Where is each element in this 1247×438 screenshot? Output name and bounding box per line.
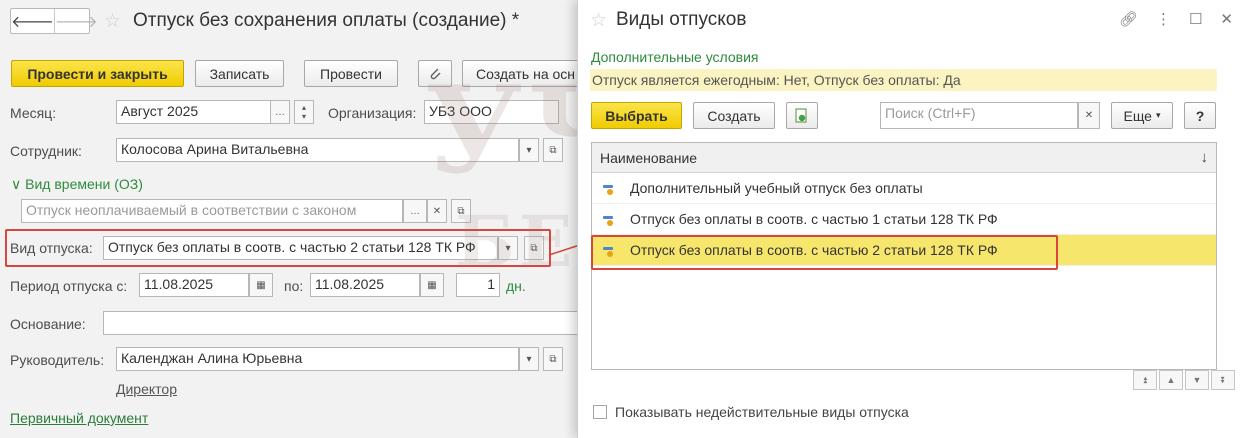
close-icon[interactable]: ✕	[1220, 10, 1233, 28]
create-based-on-button[interactable]: Создать на осн	[462, 60, 582, 87]
table-row[interactable]: Дополнительный учебный отпуск без оплаты	[592, 173, 1216, 204]
employee-dropdown-icon[interactable]: ▾	[519, 138, 539, 162]
time-type-select-button[interactable]: …	[403, 199, 427, 223]
dialog-title: Виды отпусков	[616, 9, 747, 30]
period-to-label: по:	[284, 278, 304, 294]
show-invalid-label: Показывать недействительные виды отпуска	[615, 404, 909, 420]
dialog-header-icons: 🔗︎ ⋮ ☐ ✕	[1119, 10, 1233, 28]
conditions-bar: Отпуск является ежегодным: Нет, Отпуск б…	[590, 69, 1217, 91]
help-button[interactable]: ?	[1184, 102, 1216, 129]
vacation-type-icon	[602, 212, 616, 226]
days-unit-label: дн.	[506, 278, 526, 294]
vacation-type-icon	[602, 181, 616, 195]
back-arrow-icon[interactable]: 🡐	[11, 9, 54, 33]
search-clear-icon[interactable]: ✕	[1078, 102, 1100, 129]
manager-field[interactable]: Календжан Алина Юрьевна	[116, 347, 519, 371]
more-actions-button[interactable]: Еще ▾	[1111, 102, 1173, 129]
favorite-star-icon[interactable]: ☆	[104, 10, 121, 33]
row-label: Дополнительный учебный отпуск без оплаты	[630, 180, 923, 196]
time-type-group-header[interactable]: ∨ Вид времени (ОЗ)	[11, 176, 143, 193]
calendar-icon[interactable]: ▦	[420, 273, 444, 297]
manager-label: Руководитель:	[10, 352, 105, 368]
conditions-text: Отпуск является ежегодным: Нет, Отпуск б…	[592, 72, 961, 88]
period-from-field[interactable]: 11.08.2025	[139, 273, 249, 297]
scroll-buttons: ⏫︎ ▲ ▼ ⏬︎	[1133, 370, 1235, 390]
employee-label: Сотрудник:	[10, 143, 82, 159]
time-type-clear-icon[interactable]: ✕	[427, 199, 447, 223]
show-invalid-checkbox[interactable]	[593, 405, 607, 419]
post-and-close-button[interactable]: Провести и закрыть	[11, 60, 184, 87]
page-title: Отпуск без сохранения оплаты (создание) …	[133, 10, 520, 31]
maximize-icon[interactable]: ☐	[1189, 10, 1202, 28]
manager-position-link[interactable]: Директор	[116, 381, 177, 397]
month-field[interactable]: Август 2025	[116, 100, 271, 124]
chevron-down-icon: ∨	[11, 176, 22, 192]
time-type-field[interactable]: Отпуск неоплачиваемый в соответствии с з…	[21, 199, 403, 223]
basis-label: Основание:	[10, 316, 86, 332]
period-from-label: Период отпуска с:	[10, 278, 128, 294]
attachment-icon[interactable]	[418, 60, 452, 87]
table-header[interactable]: Наименование ↓	[592, 143, 1216, 173]
period-to-field[interactable]: 11.08.2025	[310, 273, 420, 297]
time-type-open-icon[interactable]: ⧉	[451, 199, 471, 223]
organization-field[interactable]: УБЗ ООО	[424, 100, 559, 124]
month-label: Месяц:	[10, 105, 57, 121]
chevron-down-icon: ▾	[1155, 110, 1161, 120]
column-name-header: Наименование	[600, 149, 698, 166]
scroll-bottom-icon[interactable]: ⏬︎	[1211, 370, 1235, 390]
link-icon[interactable]: 🔗︎	[1119, 10, 1138, 28]
more-menu-icon[interactable]: ⋮	[1156, 10, 1171, 28]
post-button[interactable]: Провести	[304, 60, 398, 87]
month-stepper[interactable]: ▴ ▾	[294, 100, 314, 124]
primary-document-link[interactable]: Первичный документ	[10, 410, 148, 426]
navigation-buttons: 🡐 🡒	[10, 8, 98, 34]
employee-open-icon[interactable]: ⧉	[543, 138, 563, 162]
save-button[interactable]: Записать	[195, 60, 284, 87]
sort-arrow-icon[interactable]: ↓	[1201, 149, 1209, 166]
table-row[interactable]: Отпуск без оплаты в соотв. с частью 1 ст…	[592, 204, 1216, 235]
scroll-down-icon[interactable]: ▼	[1185, 370, 1209, 390]
search-placeholder: Поиск (Ctrl+F)	[885, 105, 976, 121]
search-input[interactable]: Поиск (Ctrl+F)	[880, 102, 1078, 129]
basis-field[interactable]	[103, 311, 578, 335]
vacation-types-dialog: ☆ Виды отпусков 🔗︎ ⋮ ☐ ✕ Дополнительные …	[577, 0, 1247, 438]
copy-icon[interactable]	[786, 102, 818, 129]
time-type-header-label: Вид времени (ОЗ)	[25, 176, 143, 192]
forward-arrow-icon[interactable]: 🡒	[53, 9, 98, 33]
row-label: Отпуск без оплаты в соотв. с частью 1 ст…	[630, 211, 998, 227]
month-select-button[interactable]: …	[270, 100, 290, 124]
employee-field[interactable]: Колосова Арина Витальевна	[116, 138, 519, 162]
additional-conditions-label: Дополнительные условия	[591, 49, 759, 65]
select-button[interactable]: Выбрать	[591, 102, 682, 129]
days-field[interactable]: 1	[456, 273, 500, 297]
more-actions-label: Еще	[1123, 107, 1152, 124]
organization-label: Организация:	[328, 105, 417, 121]
manager-open-icon[interactable]: ⧉	[543, 347, 563, 371]
calendar-icon[interactable]: ▦	[249, 273, 273, 297]
scroll-top-icon[interactable]: ⏫︎	[1133, 370, 1157, 390]
favorite-star-icon[interactable]: ☆	[590, 9, 607, 32]
scroll-up-icon[interactable]: ▲	[1159, 370, 1183, 390]
selected-row-highlight	[591, 235, 1058, 270]
vacation-type-highlight	[5, 229, 551, 267]
manager-dropdown-icon[interactable]: ▾	[519, 347, 539, 371]
create-button[interactable]: Создать	[693, 102, 775, 129]
